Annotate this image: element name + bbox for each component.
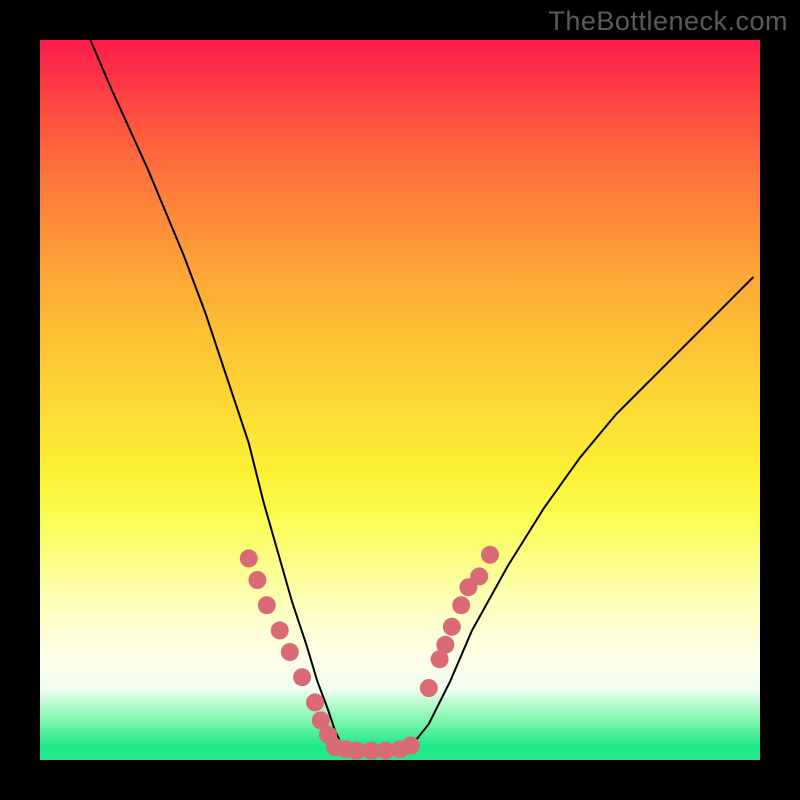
data-marker [470, 567, 488, 585]
data-marker [240, 549, 258, 567]
data-marker [248, 571, 266, 589]
marker-group-bottom [326, 737, 420, 760]
data-marker [452, 596, 470, 614]
data-marker [258, 596, 276, 614]
data-marker [293, 668, 311, 686]
data-marker [420, 679, 438, 697]
data-marker [443, 618, 461, 636]
chart-container: TheBottleneck.com [0, 0, 800, 800]
data-marker [319, 726, 337, 744]
data-marker [306, 693, 324, 711]
data-marker [436, 636, 454, 654]
data-marker [402, 737, 420, 755]
marker-group-left [240, 549, 337, 743]
watermark-label: TheBottleneck.com [548, 6, 788, 37]
bottleneck-curve [90, 40, 752, 751]
data-marker [271, 621, 289, 639]
plot-area [40, 40, 760, 760]
chart-svg [40, 40, 760, 760]
data-marker [481, 546, 499, 564]
data-marker [281, 643, 299, 661]
marker-group-right [420, 546, 499, 697]
